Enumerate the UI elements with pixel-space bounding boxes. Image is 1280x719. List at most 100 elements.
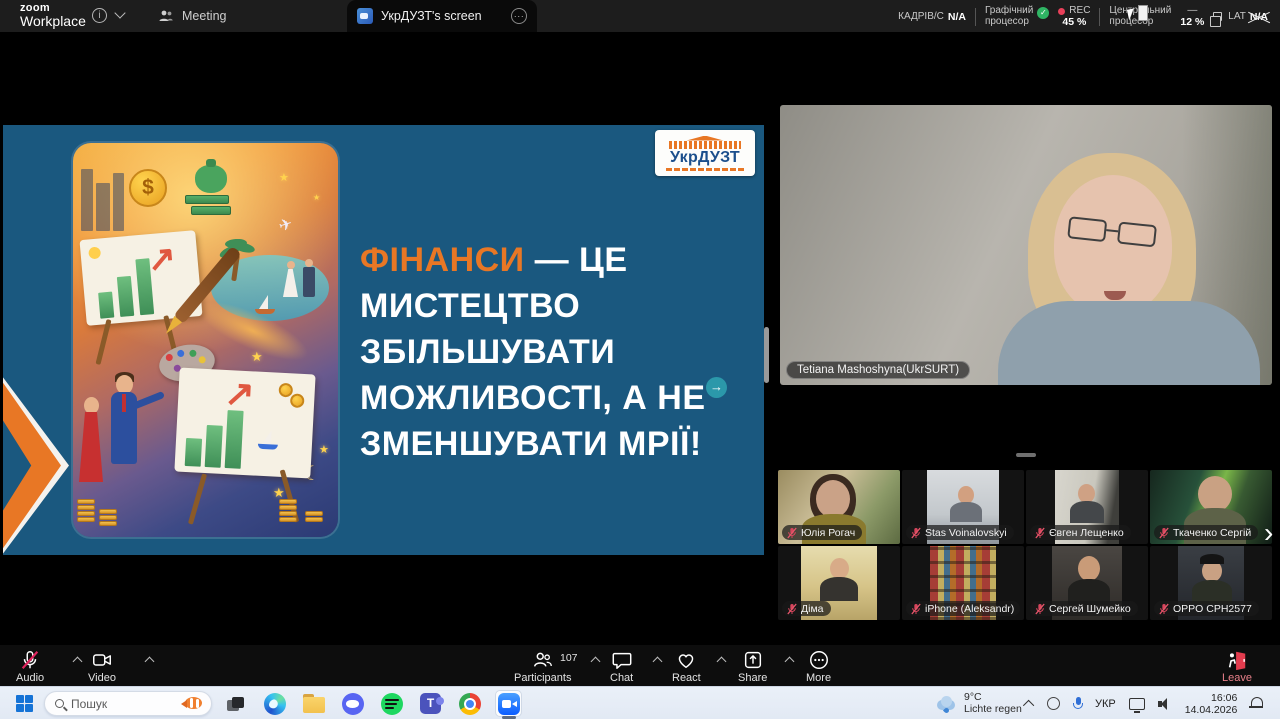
participants-options-caret[interactable] — [591, 657, 601, 667]
tab-options-ellipsis-icon[interactable]: ··· — [511, 8, 527, 24]
chat-bubble-icon — [611, 649, 633, 671]
zoom-app-icon — [498, 693, 520, 715]
speaker-video[interactable]: Tetiana Mashoshyna(UkrSURT) — [780, 105, 1272, 385]
fps-value: N/A — [948, 11, 966, 23]
participant-tile[interactable]: Діма — [778, 546, 900, 620]
tray-speaker-icon[interactable] — [1158, 698, 1172, 710]
screen-share-favicon-icon — [357, 8, 373, 24]
heart-icon — [675, 649, 697, 671]
chat-options-caret[interactable] — [653, 657, 663, 667]
city-building-shape — [113, 173, 124, 231]
edge-icon — [264, 693, 286, 715]
chat-button[interactable]: Chat — [610, 649, 633, 684]
spotify-app-button[interactable] — [378, 690, 405, 717]
speaker-name-label: Tetiana Mashoshyna(UkrSURT) — [786, 361, 970, 379]
annotation-arrow-badge: → — [706, 377, 727, 398]
participant-name-label: Юлія Рогач — [782, 525, 862, 540]
participant-tile[interactable]: Сергей Шумейко — [1026, 546, 1148, 620]
share-options-caret[interactable] — [785, 657, 795, 667]
video-panel: Tetiana Mashoshyna(UkrSURT) Юлія Рогач — [778, 32, 1280, 645]
discord-app-button[interactable] — [339, 690, 366, 717]
tab-meeting[interactable]: Meeting — [158, 0, 226, 32]
mic-muted-icon — [911, 527, 921, 539]
task-view-button[interactable] — [222, 690, 249, 717]
panel-resize-handle[interactable] — [1016, 453, 1036, 457]
taskbar-weather[interactable]: 9°C Lichte regen — [935, 691, 1022, 715]
recording-dot-icon — [1058, 8, 1065, 15]
share-button[interactable]: Share — [738, 649, 767, 684]
woman-in-red-dress-figure — [77, 395, 105, 495]
react-button[interactable]: React — [672, 649, 701, 684]
video-options-caret[interactable] — [145, 657, 155, 667]
teams-app-button[interactable]: T — [417, 690, 444, 717]
slide-chevron-accent — [3, 377, 61, 554]
participants-grid: Юлія Рогач Stas Voinalovskyi — [778, 470, 1274, 620]
tray-mic-icon[interactable] — [1073, 697, 1082, 710]
meeting-info-icon[interactable]: i — [92, 8, 107, 23]
audio-options-caret[interactable] — [73, 657, 83, 667]
slide-title: ФІНАНСИ — ЦЕ МИСТЕЦТВО ЗБІЛЬШУВАТИ МОЖЛИ… — [360, 237, 760, 467]
university-building-icon — [669, 136, 741, 149]
weather-desc: Lichte regen — [964, 703, 1022, 715]
language-indicator[interactable]: УКР — [1095, 698, 1116, 710]
discord-icon — [342, 693, 364, 715]
mic-muted-icon — [1035, 603, 1045, 615]
next-participants-button[interactable]: › — [1264, 514, 1280, 554]
edge-app-button[interactable] — [261, 690, 288, 717]
city-building-shape — [81, 169, 93, 231]
chrome-app-button[interactable] — [456, 690, 483, 717]
video-button[interactable]: Video — [88, 649, 116, 684]
audio-button[interactable]: Audio — [16, 649, 44, 684]
gold-coin-stack — [77, 499, 95, 522]
gpu-label-line2: процесор — [985, 17, 1029, 28]
participant-tile[interactable]: OPPO CPH2577 — [1150, 546, 1272, 620]
participant-tile[interactable]: Євген Лещенко — [1026, 470, 1148, 544]
fps-metric: КАДРІВ/С N/A — [898, 11, 966, 23]
divider — [1099, 8, 1100, 26]
slide-title-highlight: ФІНАНСИ — [360, 241, 525, 279]
rec-metric: REC 45 % — [1058, 6, 1090, 27]
hidden-icons-chevron[interactable] — [1023, 699, 1034, 710]
lat-value: N/A — [1250, 11, 1268, 23]
man-in-suit-figure — [109, 375, 139, 485]
participants-count: 107 — [560, 652, 578, 664]
participant-tile[interactable]: Stas Voinalovskyi — [902, 470, 1024, 544]
file-explorer-button[interactable] — [300, 690, 327, 717]
search-icon — [55, 699, 64, 708]
react-options-caret[interactable] — [717, 657, 727, 667]
video-camera-icon — [91, 649, 113, 671]
meeting-content-area: $ ✈ ★ ★ ★ ★ ★ ★ ☾ ↗ — [0, 32, 1280, 645]
slide-title-line4: МОЖЛИВОСТІ, А НЕ — [360, 379, 706, 417]
cpu-value-block: — 12 % — [1180, 6, 1204, 27]
taskbar-clock[interactable]: 16:06 14.04.2026 — [1185, 692, 1238, 716]
participant-tile[interactable]: Ткаченко Сергій — [1150, 470, 1272, 544]
more-button[interactable]: More — [806, 649, 831, 684]
share-scrollbar[interactable] — [764, 327, 769, 383]
tab-shared-screen[interactable]: УкрДУЗТ's screen ··· — [347, 0, 537, 32]
chart-bar-shape — [117, 276, 134, 317]
taskbar-search[interactable]: Пошук — [44, 691, 212, 716]
rain-cloud-icon — [935, 696, 957, 711]
gpu-ok-check-icon: ✓ — [1037, 7, 1049, 19]
chevron-down-icon[interactable] — [114, 7, 125, 18]
latency-metric: LAT N/A — [1213, 11, 1268, 23]
leave-button[interactable]: Leave — [1222, 649, 1252, 684]
star-icon: ★ — [279, 171, 289, 184]
cash-stack-shape — [191, 206, 231, 215]
participant-tile[interactable]: Юлія Рогач — [778, 470, 900, 544]
gpu-metric: Графічний процесор ✓ — [985, 6, 1049, 27]
participant-tile[interactable]: iPhone (Aleksandr) — [902, 546, 1024, 620]
mic-muted-icon — [787, 603, 797, 615]
zoom-app-button[interactable] — [495, 690, 522, 717]
ukrduzt-logo: УкрДУЗТ — [655, 130, 755, 176]
divider — [975, 8, 976, 26]
dollar-coin-icon: $ — [129, 169, 167, 207]
star-icon: ★ — [319, 443, 329, 456]
tray-display-icon[interactable] — [1129, 698, 1145, 710]
gold-coin-stack — [99, 509, 117, 526]
start-button[interactable] — [16, 695, 33, 712]
tray-circle-icon[interactable] — [1047, 697, 1060, 710]
notifications-bell-icon[interactable] — [1250, 697, 1263, 710]
participant-name-label: Євген Лещенко — [1030, 525, 1131, 540]
ukrduzt-logo-text: УкрДУЗТ — [670, 149, 740, 166]
